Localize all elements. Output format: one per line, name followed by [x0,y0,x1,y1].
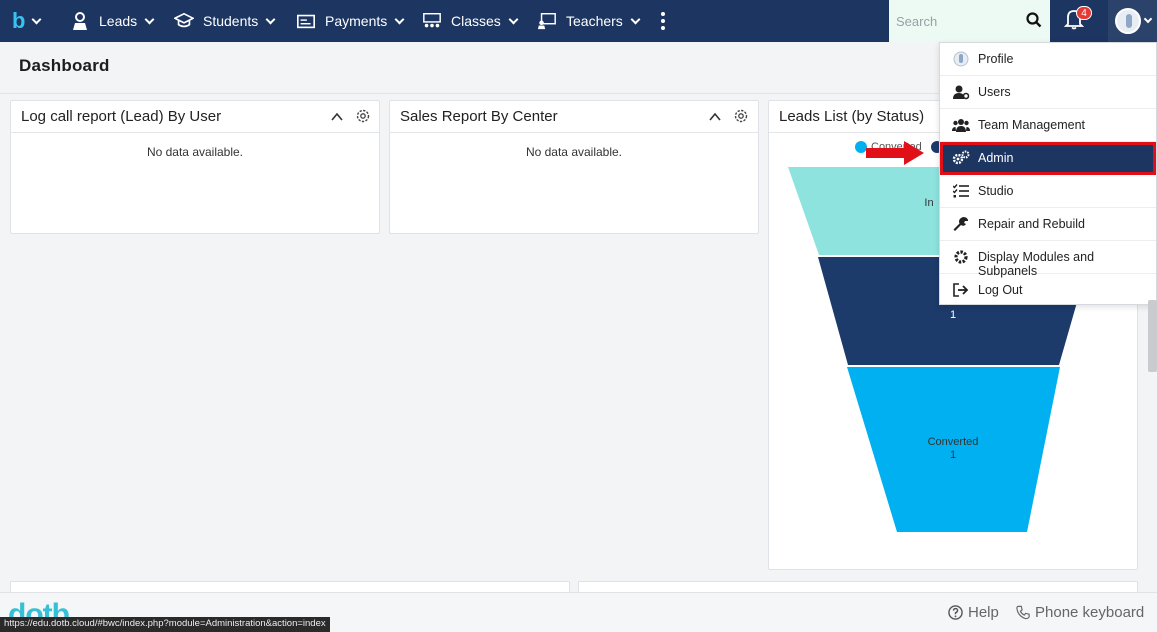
brand-logo-icon: b [12,8,26,33]
chevron-down-icon [32,14,42,24]
phone-icon [1016,605,1030,620]
payment-icon [297,14,315,29]
search-input[interactable] [896,13,1024,29]
teacher-board-icon [537,13,556,30]
page-scrollbar[interactable] [1148,300,1157,372]
chevron-down-icon [394,14,405,24]
gear-icon[interactable] [355,108,371,124]
page-title: Dashboard [19,56,110,75]
graduation-cap-icon [174,12,194,28]
menu-item-label: Team Management [978,118,1086,132]
nav-teachers-label: Teachers [566,13,623,29]
chevron-down-icon [1143,14,1152,24]
chevron-up-icon[interactable] [331,111,343,123]
funnel-value-converted: 1 [949,449,957,461]
dashlet-title: Log call report (Lead) By User [21,108,222,125]
no-data-message: No data available. [525,145,623,159]
dashlet-log-call-report: Log call report (Lead) By User No data a… [10,100,380,234]
menu-item-label: Admin [978,151,1014,165]
nav-leads[interactable]: Leads [70,0,155,42]
nav-students-label: Students [203,13,259,29]
notification-count-badge: 4 [1076,6,1092,20]
phone-keyboard-label: Phone keyboard [1035,604,1145,621]
users-cog-icon [952,84,970,100]
menu-item-log-out[interactable]: Log Out [940,274,1156,307]
gear-icon [952,249,970,265]
menu-item-label: Studio [978,184,1014,198]
help-label: Help [968,604,999,621]
nav-classes[interactable]: Classes [422,0,519,42]
dashlet-header: Sales Report By Center [390,101,758,133]
top-navbar: b Leads Students Payments Classes Teache… [0,0,1157,42]
menu-item-profile[interactable]: Profile [940,43,1156,76]
menu-item-team-management[interactable]: Team Management [940,109,1156,142]
phone-keyboard-link[interactable]: Phone keyboard [1016,604,1144,621]
classroom-icon [423,12,441,28]
nav-classes-label: Classes [451,13,501,29]
nav-teachers[interactable]: Teachers [537,0,641,42]
browser-status-url: https://edu.dotb.cloud/#bwc/index.php?mo… [0,617,330,632]
red-arrow-annotation [866,141,924,165]
help-circle-icon [948,605,963,620]
profile-avatar-icon [952,51,970,67]
dashlet-title: Leads List (by Status) [779,108,925,125]
lead-person-icon [73,12,87,30]
chevron-down-icon [265,14,276,24]
avatar [1114,8,1141,34]
menu-item-repair-rebuild[interactable]: Repair and Rebuild [940,208,1156,241]
chevron-up-icon[interactable] [709,111,721,123]
dashlet-title: Sales Report By Center [400,108,558,125]
dashlet-sales-report: Sales Report By Center No data available… [389,100,759,234]
chevron-down-icon [630,14,641,24]
menu-item-label: Repair and Rebuild [978,217,1086,231]
help-link[interactable]: Help [948,604,999,621]
gears-icon [952,150,970,166]
menu-item-admin[interactable]: Admin [940,142,1156,175]
user-menu-button[interactable] [1108,0,1157,42]
nav-payments-label: Payments [325,13,388,29]
gear-icon[interactable] [733,108,749,124]
menu-item-label: Users [978,85,1011,99]
menu-item-users[interactable]: Users [940,76,1156,109]
app-logo-menu[interactable]: b [12,8,54,34]
notifications-button[interactable]: 4 [1063,6,1092,34]
nav-leads-label: Leads [99,13,138,29]
nav-payments[interactable]: Payments [296,0,405,42]
dashlet-header: Log call report (Lead) By User [11,101,379,133]
team-icon [952,117,970,133]
menu-item-label: Log Out [978,283,1023,297]
wrench-icon [952,216,970,232]
menu-item-display-modules[interactable]: Display Modules and Subpanels [940,241,1156,278]
chevron-down-icon [144,14,155,24]
chevron-down-icon [508,14,519,24]
user-dropdown-menu: Profile Users Team Management Admin Stud… [939,42,1157,305]
no-data-message: No data available. [146,145,244,159]
search-icon[interactable] [1026,12,1042,28]
more-menu-icon[interactable] [660,12,666,30]
checklist-icon [952,183,970,199]
logout-icon [952,282,970,298]
funnel-label-in-process: In [924,197,934,209]
funnel-label-converted: Converted [927,436,979,448]
nav-students[interactable]: Students [174,0,276,42]
menu-item-studio[interactable]: Studio [940,175,1156,208]
global-search [889,0,1050,42]
funnel-value-new: 1 [949,309,957,321]
menu-item-label: Profile [978,52,1014,66]
